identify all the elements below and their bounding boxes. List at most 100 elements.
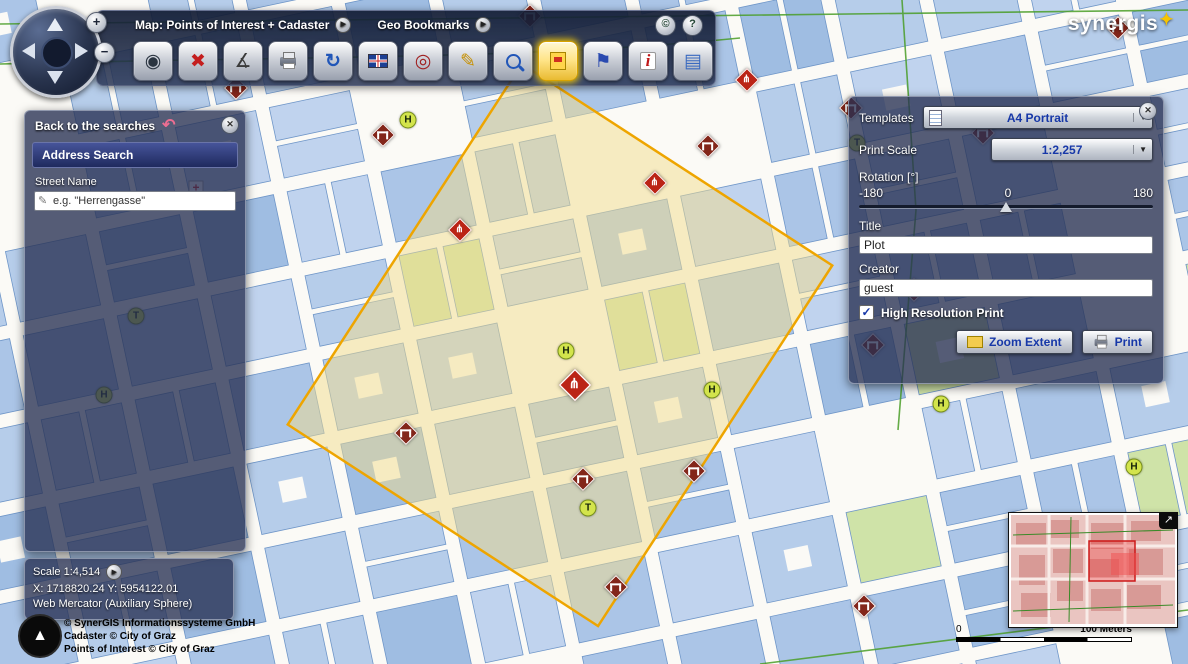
pan-north-arrow-icon[interactable]	[47, 18, 63, 31]
center-map-tool[interactable]: ◎	[403, 41, 443, 81]
target-icon: ◎	[415, 52, 432, 71]
measure-icon: ∡	[234, 52, 251, 71]
zoom-out-button[interactable]: −	[94, 42, 115, 63]
strip-utility-buttons: © ?	[655, 15, 703, 36]
flag-icon: ⚑	[594, 52, 611, 71]
overview-map[interactable]: ↗	[1008, 512, 1178, 628]
credits-button[interactable]: ©	[655, 15, 676, 36]
template-dropdown[interactable]: A4 Portrait ▼	[923, 106, 1153, 129]
identify-tool[interactable]: ◉	[133, 41, 173, 81]
rotation-slider-thumb[interactable]	[1000, 202, 1012, 212]
stop-marker[interactable]: H	[400, 112, 417, 129]
plot-icon	[550, 52, 566, 70]
search-panel-close-icon[interactable]: ✕	[221, 116, 239, 134]
bookmark-tool[interactable]: ⚑	[583, 41, 623, 81]
legend-tool[interactable]: ▤	[673, 41, 713, 81]
pan-east-arrow-icon[interactable]	[75, 43, 88, 59]
hires-checkbox[interactable]: ✓	[859, 305, 874, 320]
refresh-tool[interactable]: ↻	[313, 41, 353, 81]
taxi-marker[interactable]: T	[580, 500, 597, 517]
rotation-slider-track[interactable]	[859, 202, 1153, 212]
help-button[interactable]: ?	[682, 15, 703, 36]
template-value: A4 Portrait	[948, 111, 1127, 125]
rotation-scale-labels: -180 0 180	[859, 186, 1153, 200]
zoom-extent-label: Zoom Extent	[989, 335, 1062, 349]
print-scale-dropdown[interactable]: 1:2,257 ▼	[991, 138, 1153, 161]
restaurant-icon: ⋔	[651, 178, 659, 188]
toolbar-tabs-row: Map: Points of Interest + Cadaster ▶ Geo…	[97, 11, 715, 38]
rotation-max-label: 180	[1133, 186, 1153, 200]
restaurant-icon: ⋔	[743, 75, 751, 85]
museum-icon	[611, 583, 622, 591]
back-to-searches-link[interactable]: Back to the searches	[35, 119, 155, 133]
geo-bookmarks-tab[interactable]: Geo Bookmarks ▶	[377, 17, 491, 33]
zoom-in-button[interactable]: +	[86, 12, 107, 33]
copyright-line-1: © SynerGIS Informationssysteme GmbH	[64, 617, 255, 630]
taxi-icon: T	[585, 503, 591, 514]
info-icon: i	[640, 52, 656, 70]
uk-flag-icon	[368, 54, 388, 68]
print-panel-close-icon[interactable]: ✕	[1139, 102, 1157, 120]
creator-field: Creator	[859, 262, 1153, 297]
copyright-line-3: Points of Interest © City of Graz	[64, 643, 255, 656]
back-row: Back to the searches ↶	[25, 111, 245, 138]
print-button[interactable]: Print	[1082, 330, 1153, 354]
geo-bookmarks-expand-icon[interactable]: ▶	[475, 17, 491, 33]
street-name-input[interactable]	[34, 191, 236, 211]
scale-value: Scale 1:4,514	[33, 566, 100, 578]
toolbar-buttons: ◉ ✖ ∡ ↻ ◎ ✎ ⚑ i ▤	[97, 38, 715, 81]
map-selector-expand-icon[interactable]: ▶	[335, 17, 351, 33]
stop-icon: H	[937, 399, 944, 410]
map-selector-label: Map: Points of Interest + Cadaster	[135, 18, 329, 32]
stop-marker[interactable]: H	[1126, 459, 1143, 476]
overview-collapse-button[interactable]: ↗	[1159, 512, 1178, 529]
scale-expand-icon[interactable]: ▶	[106, 564, 122, 580]
map-selector-tab[interactable]: Map: Points of Interest + Cadaster ▶	[135, 17, 351, 33]
street-name-input-wrap: ✎	[34, 191, 236, 211]
print-actions: Zoom Extent Print	[859, 330, 1153, 354]
plot-tool[interactable]	[538, 41, 578, 81]
print-scale-label: Print Scale	[859, 143, 917, 157]
zoom-extent-button[interactable]: Zoom Extent	[956, 330, 1073, 354]
compass-hub[interactable]	[41, 37, 73, 69]
city-of-graz-logo: ▲	[18, 614, 62, 658]
stop-marker[interactable]: H	[704, 382, 721, 399]
scale-line: Scale 1:4,514 ▶	[33, 564, 225, 580]
toolbar-strip: Map: Points of Interest + Cadaster ▶ Geo…	[96, 10, 716, 86]
title-label: Title	[859, 219, 1153, 233]
print-scale-row: Print Scale 1:2,257 ▼	[859, 138, 1153, 161]
print-label: Print	[1115, 335, 1142, 349]
pan-south-arrow-icon[interactable]	[47, 71, 63, 84]
pan-west-arrow-icon[interactable]	[22, 43, 35, 59]
back-arrow-icon[interactable]: ↶	[162, 118, 175, 134]
copyright-line-2: Cadaster © City of Graz	[64, 630, 255, 643]
printer-icon	[1094, 338, 1107, 345]
coordinates-readout: X: 1718820.24 Y: 5954122.01	[33, 583, 225, 595]
language-tool[interactable]	[358, 41, 398, 81]
measure-tool[interactable]: ∡	[223, 41, 263, 81]
museum-icon	[401, 429, 412, 437]
creator-input[interactable]	[859, 279, 1153, 297]
stop-icon: H	[1130, 462, 1137, 473]
stop-icon: H	[562, 346, 569, 357]
print-tool[interactable]	[268, 41, 308, 81]
hires-row: ✓ High Resolution Print	[859, 305, 1153, 320]
stop-marker[interactable]: H	[933, 396, 950, 413]
delete-redlining-tool[interactable]: ✖	[178, 41, 218, 81]
title-input[interactable]	[859, 236, 1153, 254]
printer-icon	[280, 57, 296, 66]
chevron-down-icon[interactable]: ▼	[1133, 145, 1147, 154]
stop-marker[interactable]: H	[558, 343, 575, 360]
restaurant-icon: ⋔	[569, 378, 580, 392]
redline-draw-tool[interactable]: ✎	[448, 41, 488, 81]
restaurant-icon: ⋔	[456, 225, 464, 235]
museum-icon	[859, 602, 870, 610]
projection-readout: Web Mercator (Auxiliary Sphere)	[33, 598, 225, 610]
stop-icon: H	[404, 115, 411, 126]
info-tool[interactable]: i	[628, 41, 668, 81]
address-search-panel: ✕ Back to the searches ↶ Address Search …	[24, 110, 246, 552]
binoculars-icon: ◉	[145, 52, 162, 71]
street-name-label: Street Name	[35, 176, 245, 188]
print-scale-value: 1:2,257	[997, 143, 1127, 157]
zoom-select-tool[interactable]	[493, 41, 533, 81]
